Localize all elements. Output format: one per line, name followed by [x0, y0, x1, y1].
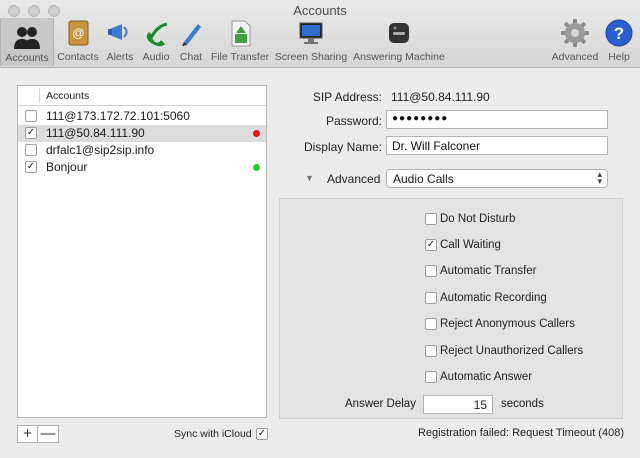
- toolbar-accounts-label: Accounts: [5, 52, 49, 64]
- column-divider: [39, 88, 40, 103]
- toolbar-screen-sharing-label: Screen Sharing: [274, 51, 348, 63]
- automatic-recording-label: Automatic Recording: [440, 292, 547, 304]
- answer-delay-unit: seconds: [501, 398, 544, 410]
- account-enable-checkbox[interactable]: ✓: [25, 127, 37, 139]
- advanced-icon: [561, 19, 589, 47]
- advanced-disclosure-triangle[interactable]: ▼: [305, 173, 314, 183]
- help-icon: ?: [605, 19, 633, 47]
- add-account-button[interactable]: +: [17, 425, 38, 443]
- svg-text:@: @: [72, 26, 84, 40]
- advanced-label: Advanced: [327, 172, 381, 186]
- sync-icloud-label: Sync with iCloud: [174, 428, 252, 440]
- chevron-updown-icon: ▴ ▾: [597, 169, 602, 186]
- sip-address-label: SIP Address:: [312, 90, 382, 104]
- options-panel: [279, 198, 623, 419]
- automatic-answer-label: Automatic Answer: [440, 371, 533, 383]
- contacts-icon: @: [68, 20, 89, 46]
- automatic-transfer-label: Automatic Transfer: [440, 265, 537, 277]
- advanced-section-value: Audio Calls: [393, 172, 454, 186]
- answer-delay-field[interactable]: 15: [423, 395, 493, 414]
- automatic-recording-checkbox[interactable]: [425, 292, 437, 304]
- registration-status-text: Registration failed: Request Timeout (40…: [417, 427, 624, 439]
- account-name: 111@173.172.72.101:5060: [46, 109, 190, 123]
- toolbar-chat-label: Chat: [179, 51, 203, 63]
- account-row[interactable]: ✓ Bonjour: [18, 159, 266, 176]
- sip-address-value: 111@50.84.111.90: [391, 90, 490, 104]
- registration-status-dot: [253, 130, 260, 137]
- toolbar-chat[interactable]: Chat: [175, 18, 207, 66]
- reject-unauthorized-label: Reject Unauthorized Callers: [440, 345, 584, 357]
- account-row-selected[interactable]: ✓ 111@50.84.111.90: [18, 125, 266, 142]
- registration-status-dot: [253, 164, 260, 171]
- sync-icloud-checkbox[interactable]: ✓: [256, 428, 268, 440]
- account-name: Bonjour: [46, 160, 88, 174]
- call-waiting-label: Call Waiting: [440, 239, 501, 251]
- toolbar-help-label: Help: [608, 51, 630, 63]
- account-row[interactable]: 111@173.172.72.101:5060: [18, 108, 266, 125]
- account-enable-checkbox[interactable]: [25, 110, 37, 122]
- toolbar-screen-sharing[interactable]: Screen Sharing: [273, 18, 349, 66]
- reject-anonymous-label: Reject Anonymous Callers: [440, 318, 575, 330]
- toolbar-help[interactable]: ? Help: [603, 18, 635, 66]
- toolbar-answering-machine[interactable]: Answering Machine: [351, 18, 447, 66]
- account-enable-checkbox[interactable]: ✓: [25, 161, 37, 173]
- answer-delay-label: Answer Delay: [345, 398, 416, 410]
- file-transfer-icon: [231, 20, 251, 47]
- chat-icon: [182, 24, 201, 46]
- answering-machine-icon: [389, 23, 409, 43]
- toolbar-answering-machine-label: Answering Machine: [353, 51, 445, 63]
- add-remove-buttons: + —: [17, 425, 59, 443]
- password-label: Password:: [325, 114, 382, 128]
- account-row[interactable]: drfalc1@sip2sip.info: [18, 142, 266, 159]
- toolbar-alerts-label: Alerts: [106, 51, 134, 63]
- advanced-section-select[interactable]: Audio Calls ▴ ▾: [386, 169, 608, 188]
- account-enable-checkbox[interactable]: [25, 144, 37, 156]
- account-name: drfalc1@sip2sip.info: [46, 143, 155, 157]
- window-title: Accounts: [293, 3, 347, 18]
- reject-anonymous-checkbox[interactable]: [425, 318, 437, 330]
- title-bar: Accounts Accounts @ Contacts Alerts Audi…: [0, 0, 640, 68]
- toolbar-contacts-label: Contacts: [57, 51, 99, 63]
- toolbar-file-transfer[interactable]: File Transfer: [209, 18, 271, 66]
- reject-unauthorized-checkbox[interactable]: [425, 345, 437, 357]
- display-name-label: Display Name:: [303, 140, 382, 154]
- toolbar-file-transfer-label: File Transfer: [210, 51, 270, 63]
- screen-sharing-icon: [299, 22, 323, 44]
- call-waiting-checkbox[interactable]: ✓: [425, 239, 437, 251]
- remove-account-button[interactable]: —: [38, 425, 59, 443]
- toolbar-alerts[interactable]: Alerts: [102, 18, 138, 66]
- toolbar-advanced[interactable]: Advanced: [550, 18, 600, 66]
- sync-icloud: Sync with iCloud ✓: [174, 428, 268, 440]
- do-not-disturb-label: Do Not Disturb: [440, 213, 516, 225]
- accounts-window: Accounts Accounts @ Contacts Alerts Audi…: [0, 0, 640, 458]
- do-not-disturb-checkbox[interactable]: [425, 213, 437, 225]
- accounts-table[interactable]: Accounts 111@173.172.72.101:5060 ✓ 111@5…: [17, 85, 267, 418]
- display-name-field[interactable]: Dr. Will Falconer: [386, 136, 608, 155]
- svg-text:?: ?: [614, 24, 624, 43]
- toolbar-audio[interactable]: Audio: [139, 18, 173, 66]
- toolbar-accounts[interactable]: Accounts: [0, 18, 54, 66]
- toolbar-contacts[interactable]: @ Contacts: [56, 18, 100, 66]
- accounts-icon: [14, 27, 40, 49]
- audio-icon: [146, 22, 168, 47]
- accounts-table-header: Accounts: [18, 86, 266, 106]
- automatic-answer-checkbox[interactable]: [425, 371, 437, 383]
- password-field[interactable]: ●●●●●●●●: [386, 110, 608, 129]
- toolbar-audio-label: Audio: [142, 51, 170, 63]
- toolbar-advanced-label: Advanced: [551, 51, 599, 63]
- accounts-column-header[interactable]: Accounts: [46, 90, 89, 102]
- automatic-transfer-checkbox[interactable]: [425, 265, 437, 277]
- alerts-icon: [108, 24, 128, 40]
- account-name: 111@50.84.111.90: [46, 126, 145, 140]
